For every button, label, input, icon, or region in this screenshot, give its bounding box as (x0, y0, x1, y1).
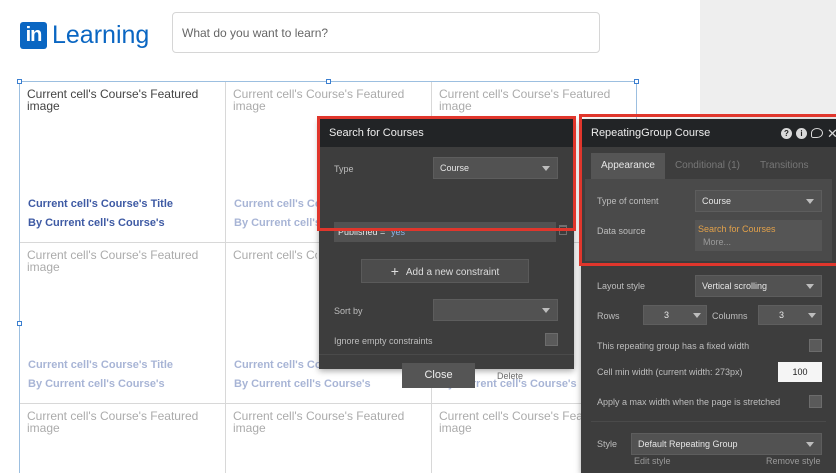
trash-icon[interactable] (559, 225, 567, 235)
search-panel-title: Search for Courses (319, 119, 574, 147)
add-constraint-label: Add a new constraint (405, 267, 500, 278)
comment-icon[interactable] (811, 128, 823, 138)
rg-cell[interactable]: Current cell's Course's Featured image (20, 404, 226, 473)
columns-label: Columns (712, 311, 748, 321)
featured-image-placeholder: Current cell's Course's Featured image (27, 87, 199, 113)
divider (591, 421, 826, 422)
chevron-down-icon (542, 308, 550, 313)
chevron-down-icon (542, 166, 550, 171)
featured-image-placeholder: Current cell's Course's Featured image (27, 409, 199, 435)
style-dropdown[interactable]: Default Repeating Group (631, 433, 822, 455)
style-label: Style (597, 439, 618, 449)
data-source-more-link[interactable]: More... (703, 237, 731, 247)
type-value: Course (440, 163, 470, 173)
linkedin-learning-logo: in Learning (20, 21, 149, 49)
chevron-down-icon (806, 442, 814, 447)
type-label: Type (334, 164, 354, 174)
course-author-text: By Current cell's Course's (234, 378, 371, 390)
info-icon[interactable]: i (796, 127, 807, 139)
ignore-empty-label: Ignore empty constraints (334, 336, 433, 346)
help-icon[interactable]: ? (781, 127, 792, 139)
logo-text: Learning (52, 20, 150, 49)
style-value: Default Repeating Group (638, 439, 738, 449)
tab-appearance[interactable]: Appearance (591, 153, 665, 179)
rg-cell[interactable]: Current cell's Course's Featured image (226, 404, 432, 473)
layout-style-dropdown[interactable]: Vertical scrolling (695, 275, 822, 297)
max-width-label: Apply a max width when the page is stret… (597, 397, 781, 407)
search-for-courses-panel: Search for Courses Type Course Published… (319, 119, 574, 388)
columns-dropdown[interactable]: 3 (758, 305, 822, 325)
min-width-input[interactable]: 100 (778, 362, 822, 382)
type-dropdown[interactable]: Course (433, 157, 558, 179)
min-width-label: Cell min width (current width: 273px) (597, 367, 743, 377)
chevron-down-icon (808, 313, 816, 318)
search-box[interactable] (172, 12, 600, 53)
fixed-width-checkbox[interactable] (809, 339, 822, 352)
rows-dropdown[interactable]: 3 (643, 305, 707, 325)
constraint-value: "yes" (387, 227, 409, 237)
fixed-width-label: This repeating group has a fixed width (597, 341, 750, 351)
data-source-label: Data source (597, 226, 646, 236)
property-editor-title: RepeatingGroup Course (591, 127, 711, 139)
layout-style-label: Layout style (597, 281, 646, 291)
remove-style-link[interactable]: Remove style (766, 456, 821, 466)
rows-value: 3 (664, 310, 670, 320)
rg-cell[interactable]: Current cell's Course's Featured image C… (20, 82, 226, 243)
rg-cell[interactable]: Current cell's Course's Featured image C… (20, 243, 226, 404)
featured-image-placeholder: Current cell's Course's Featured image (233, 409, 405, 435)
tab-conditional[interactable]: Conditional (1) (665, 153, 750, 179)
resize-handle[interactable] (17, 79, 22, 84)
search-input[interactable] (173, 13, 599, 52)
course-title-text: Current cell's Course's Title (28, 198, 174, 210)
featured-image-placeholder: Current cell's Course's Featured image (439, 87, 611, 113)
linkedin-in-icon: in (20, 21, 47, 49)
featured-image-placeholder: Current cell's Course's Featured image (27, 248, 199, 274)
course-author-text: By Current cell's Course's (28, 217, 165, 229)
close-button[interactable]: Close (402, 363, 475, 388)
type-of-content-label: Type of content (597, 196, 659, 206)
course-author-text: By Current cell's Course's (28, 378, 165, 390)
data-source-value[interactable]: Search for Courses (698, 224, 776, 234)
chevron-down-icon (693, 313, 701, 318)
bubble-editor-canvas: in Learning Current cell's Course's Feat… (0, 0, 836, 473)
course-title-text: Current cell's Course's Title (28, 359, 174, 371)
max-width-checkbox[interactable] (809, 395, 822, 408)
course-author-text: By Current cell's Course's (234, 217, 324, 229)
add-constraint-button[interactable]: + Add a new constraint (361, 259, 529, 283)
property-tabs: Appearance Conditional (1) Transitions (591, 153, 819, 179)
close-icon[interactable]: ✕ (827, 127, 836, 140)
type-of-content-value: Course (702, 196, 732, 206)
featured-image-placeholder: Current cell's Course's Featured image (233, 87, 405, 113)
constraint-field: Published = (338, 227, 388, 237)
constraint-row[interactable]: Published = "yes" (334, 222, 556, 242)
chevron-down-icon (806, 284, 814, 289)
featured-image-placeholder: Current cell's Course's Featured image (233, 249, 317, 261)
chevron-down-icon (806, 199, 814, 204)
ignore-empty-checkbox[interactable] (545, 333, 558, 346)
sort-by-dropdown[interactable] (433, 299, 558, 321)
layout-style-value: Vertical scrolling (702, 281, 768, 291)
rows-label: Rows (597, 311, 620, 321)
tab-transitions[interactable]: Transitions (750, 153, 819, 179)
type-of-content-dropdown[interactable]: Course (695, 190, 822, 212)
columns-value: 3 (779, 310, 785, 320)
divider (319, 354, 574, 355)
header-icons: ? i ✕ (781, 119, 836, 147)
property-editor-panel: RepeatingGroup Course ? i ✕ Appearance C… (581, 119, 836, 473)
sort-by-label: Sort by (334, 306, 363, 316)
resize-handle[interactable] (326, 79, 331, 84)
resize-handle[interactable] (634, 79, 639, 84)
plus-icon: + (390, 263, 399, 279)
edit-style-link[interactable]: Edit style (634, 456, 671, 466)
course-title-text: Current cell's Course's Title (234, 198, 324, 210)
resize-handle[interactable] (17, 321, 22, 326)
course-title-text: Current cell's Course's Title (234, 359, 324, 371)
property-editor-header: RepeatingGroup Course ? i ✕ (581, 119, 836, 147)
delete-button[interactable]: Delete (497, 371, 523, 381)
